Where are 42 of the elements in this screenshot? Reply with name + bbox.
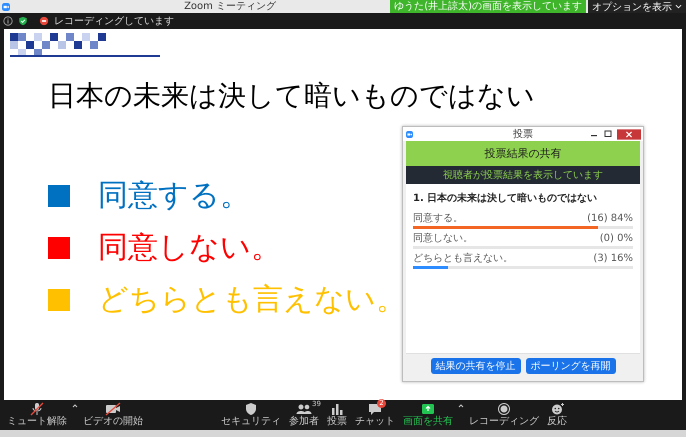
info-icon[interactable] — [3, 16, 13, 26]
poll-action-button[interactable]: ポーリングを再開 — [526, 358, 616, 374]
app-logo-icon — [406, 130, 413, 138]
option-result: (16) 84% — [587, 212, 633, 225]
bullet-text: 同意しない。 — [98, 231, 281, 265]
record-icon — [495, 402, 513, 416]
toolbar-button[interactable]: レコーディング — [466, 401, 542, 429]
option-result: (0) 0% — [600, 232, 633, 245]
video-off-icon — [104, 402, 122, 416]
option-result: (3) 16% — [593, 252, 633, 265]
toolbar-button[interactable]: ビデオの開始 — [80, 401, 146, 429]
poll-header: 投票結果の共有 — [406, 141, 640, 166]
option-label: 同意する。 — [413, 212, 463, 225]
caret-icon — [675, 4, 682, 9]
muted-microphone-icon — [28, 402, 46, 416]
share-screen-icon — [419, 402, 437, 416]
caret-icon[interactable] — [458, 404, 464, 408]
people-icon — [295, 402, 313, 416]
app-logo-icon — [2, 2, 10, 10]
close-icon[interactable] — [617, 128, 641, 140]
toolbar-button[interactable]: セキュリティ — [218, 401, 284, 429]
slide-title: 日本の未来は決して暗いものではない — [48, 78, 536, 114]
maximize-icon[interactable] — [602, 129, 614, 139]
share-notice: ゆうた(井上諒太)の画面を表示しています — [390, 0, 586, 13]
poll-question: 1. 日本の未来は決して暗いものではない — [413, 191, 598, 205]
viewer-banner: 視聴者が投票結果を表示しています — [406, 166, 640, 184]
view-options-button[interactable]: オプションを表示 — [588, 0, 686, 13]
recording-icon — [39, 16, 49, 26]
toolbar-button[interactable]: 画面を共有 — [400, 401, 456, 429]
toolbar-button[interactable]: 反応 — [544, 401, 570, 429]
window-title: Zoom ミーティング — [184, 1, 276, 12]
option-label: どちらとも言えない。 — [413, 252, 513, 265]
toolbar-button[interactable]: ミュート解除 — [4, 401, 70, 429]
poll-window-title: 投票 — [512, 128, 534, 141]
shield-icon[interactable] — [18, 16, 28, 26]
option-label: 同意しない。 — [413, 232, 473, 245]
bullet-text: どちらとも言えない。 — [98, 283, 406, 317]
bullet-text: 同意する。 — [98, 179, 250, 213]
caret-icon[interactable] — [72, 404, 78, 408]
toolbar-button[interactable]: 投票 — [324, 401, 350, 429]
recording-status: レコーディングしています — [54, 15, 174, 28]
poll-action-button[interactable]: 結果の共有を停止 — [430, 358, 520, 374]
